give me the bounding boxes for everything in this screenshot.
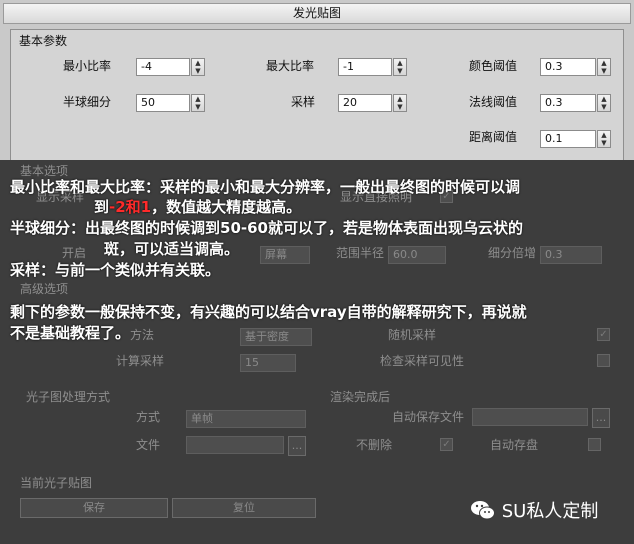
dist-thresh-field[interactable]: 0.1	[540, 130, 596, 148]
normal-thresh-spinner[interactable]: ▲ ▼	[597, 94, 611, 112]
autosave-browse-button[interactable]: ...	[592, 408, 610, 428]
samples-spinner[interactable]: ▲ ▼	[393, 94, 407, 112]
caption-rates-post: ，数值越大精度越高。	[151, 198, 302, 216]
group-label-basic: 基本参数	[19, 34, 68, 48]
min-rate-field[interactable]: -4	[136, 58, 190, 76]
min-rate-label: 最小比率	[63, 59, 112, 73]
check-vis-label: 检查采样可见性	[380, 354, 465, 368]
random-checkbox[interactable]: ✓	[597, 328, 610, 341]
normal-thresh-field[interactable]: 0.3	[540, 94, 596, 112]
caption-hsph-line1: 半球细分：出最终图的时候调到50-60就可以了，若是物体表面出现乌云状的	[10, 219, 523, 237]
save-button[interactable]: 保存	[20, 498, 168, 518]
hsph-spinner[interactable]: ▲ ▼	[191, 94, 205, 112]
caption-hsph-line2: 斑，可以适当调高。	[104, 240, 240, 258]
autosave-file-field[interactable]	[472, 408, 588, 426]
photon-file-field[interactable]	[186, 436, 284, 454]
hsph-field[interactable]: 50	[136, 94, 190, 112]
basic-params-panel: 基本参数 最小比率 -4 ▲ ▼ 最大比率 -1 ▲ ▼ 颜色阈值 0.3 ▲ ▼ 半…	[10, 29, 624, 161]
samples-label: 采样	[291, 95, 316, 109]
caption-rates-line1: 最小比率和最大比率：采样的最小和最大分辨率，一般出最终图的时候可以调	[10, 178, 521, 196]
on-label: 开启	[62, 246, 87, 260]
max-rate-field[interactable]: -1	[338, 58, 392, 76]
after-render-label: 渲染完成后	[330, 390, 391, 404]
group-label-photon: 光子图处理方式	[26, 390, 111, 404]
reset-button[interactable]: 复位	[172, 498, 316, 518]
wechat-icon	[471, 501, 495, 520]
caption-rates-pre: 到	[94, 198, 110, 216]
watermark: SU私人定制	[470, 497, 598, 523]
nodelete-label: 不删除	[356, 438, 393, 452]
max-rate-spinner[interactable]: ▲ ▼	[393, 58, 407, 76]
caption-rates-highlight: -2和1	[109, 198, 152, 216]
autoswitch-label: 自动存盘	[490, 438, 539, 452]
autoswitch-checkbox[interactable]	[588, 438, 601, 451]
caption-rest-line1: 剩下的参数一般保持不变，有兴趣的可以结合vray自带的解释研究下，再说就	[10, 303, 527, 321]
samples-field[interactable]: 20	[338, 94, 392, 112]
photon-mode-select[interactable]: 单帧	[186, 410, 306, 428]
subdiv-mult-label: 细分倍增	[488, 246, 537, 260]
subdiv-mult-field[interactable]: 0.3	[540, 246, 602, 264]
color-thresh-field[interactable]: 0.3	[540, 58, 596, 76]
method-label: 方法	[130, 328, 155, 342]
mode-select[interactable]: 屏幕	[260, 246, 310, 264]
radius-label: 范围半径	[336, 246, 385, 260]
caption-rest-line2: 不是基础教程了。	[10, 324, 131, 342]
color-thresh-spinner[interactable]: ▲ ▼	[597, 58, 611, 76]
caption-samples: 采样：与前一个类似并有关联。	[10, 261, 221, 279]
random-label: 随机采样	[388, 328, 437, 342]
method-select[interactable]: 基于密度	[240, 328, 312, 346]
calc-samples-label: 计算采样	[116, 354, 165, 368]
caption-rates-line2: 到-2和1，数值越大精度越高。	[94, 197, 301, 218]
group-label-advanced: 高级选项	[20, 282, 69, 296]
dist-thresh-label: 距离阈值	[469, 130, 518, 144]
group-label-current: 当前光子贴图	[20, 476, 93, 490]
nodelete-checkbox[interactable]: ✓	[440, 438, 453, 451]
dist-thresh-spinner[interactable]: ▲ ▼	[597, 130, 611, 148]
photon-mode-label: 方式	[136, 410, 161, 424]
watermark-text: SU私人定制	[501, 501, 599, 522]
hsph-label: 半球细分	[63, 95, 112, 109]
photon-file-browse-button[interactable]: ...	[288, 436, 306, 456]
radius-field[interactable]: 60.0	[388, 246, 446, 264]
photon-file-label: 文件	[136, 438, 161, 452]
autosave-label: 自动保存文件	[392, 410, 465, 424]
check-vis-checkbox[interactable]	[597, 354, 610, 367]
max-rate-label: 最大比率	[266, 59, 315, 73]
normal-thresh-label: 法线阈值	[469, 95, 518, 109]
calc-samples-field[interactable]: 15	[240, 354, 296, 372]
color-thresh-label: 颜色阈值	[469, 59, 518, 73]
window-title: 发光贴图	[3, 3, 631, 24]
min-rate-spinner[interactable]: ▲ ▼	[191, 58, 205, 76]
